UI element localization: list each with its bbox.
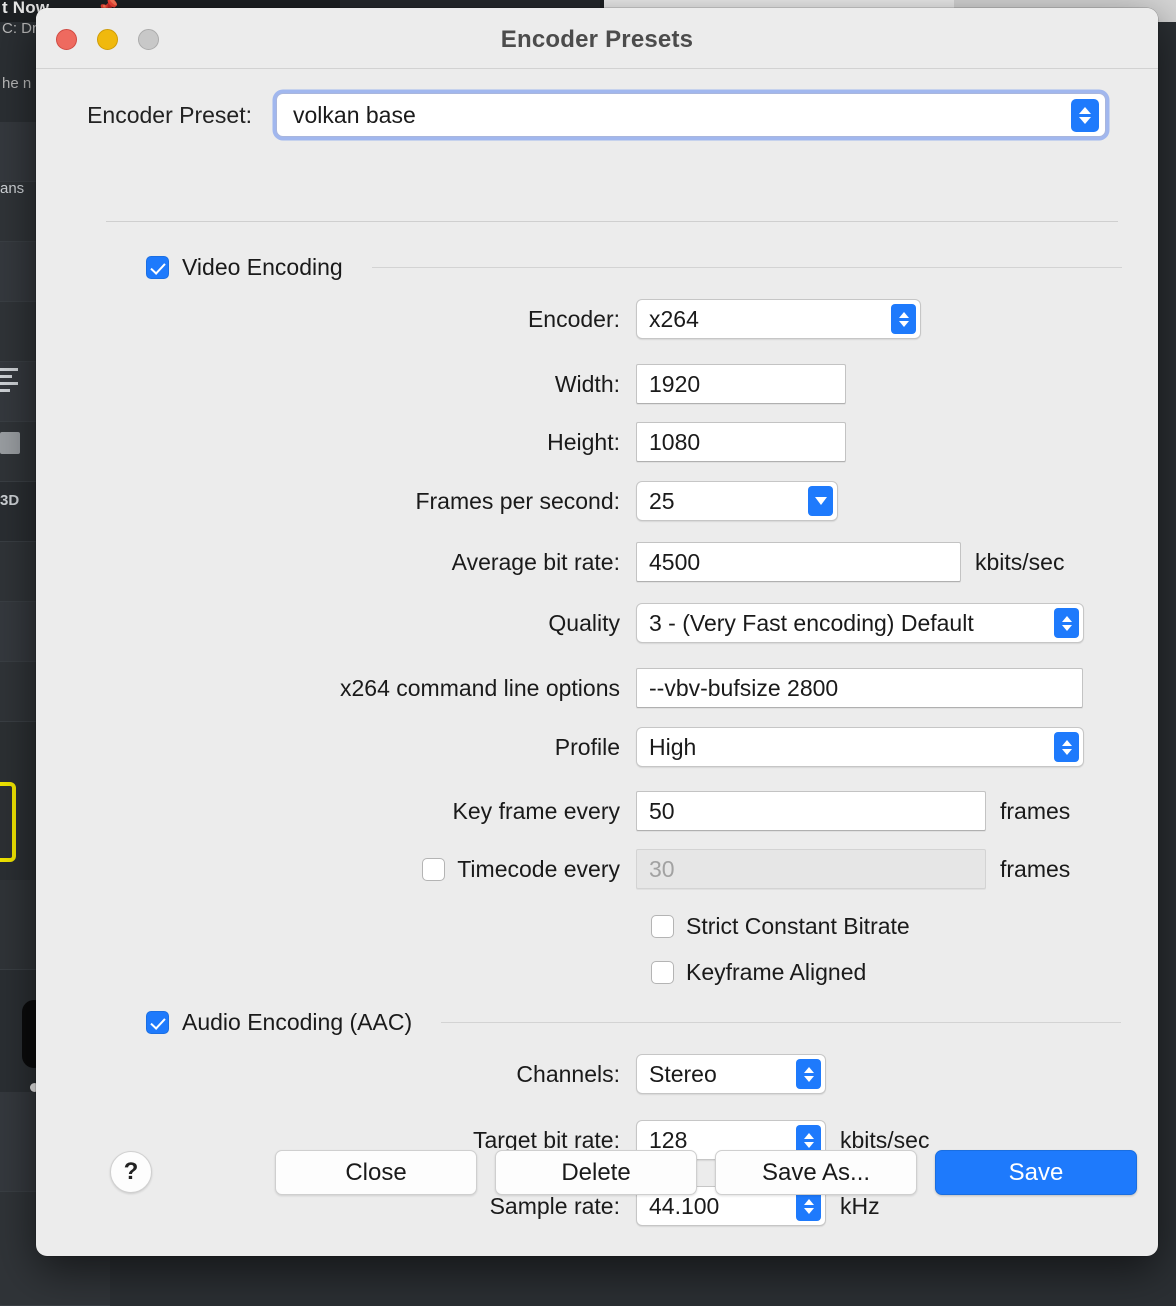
save-as-button[interactable]: Save As... xyxy=(715,1150,917,1195)
encoder-select[interactable]: x264 xyxy=(636,299,921,339)
timecode-every-label-group: Timecode every xyxy=(36,856,636,883)
encoder-preset-row: Encoder Preset: volkan base xyxy=(36,93,1158,137)
key-frame-every-row: Key frame every 50 frames xyxy=(36,791,1158,831)
delete-button[interactable]: Delete xyxy=(495,1150,697,1195)
chevron-down-icon[interactable] xyxy=(808,486,833,516)
window-titlebar[interactable]: Encoder Presets xyxy=(36,8,1158,69)
chevron-updown-icon[interactable] xyxy=(1071,99,1099,132)
quality-select[interactable]: 3 - (Very Fast encoding) Default xyxy=(636,603,1084,643)
timecode-every-input[interactable]: 30 xyxy=(636,849,986,889)
chevron-updown-icon[interactable] xyxy=(891,304,916,334)
timecode-every-unit: frames xyxy=(1000,855,1071,882)
average-bit-rate-label: Average bit rate: xyxy=(451,548,620,575)
channels-select[interactable]: Stereo xyxy=(636,1054,826,1094)
channels-label: Channels: xyxy=(516,1060,620,1087)
save-button[interactable]: Save xyxy=(935,1150,1137,1195)
list-icon xyxy=(0,368,18,396)
profile-value: High xyxy=(649,733,697,760)
window-title: Encoder Presets xyxy=(500,26,694,53)
frames-per-second-row: Frames per second: 25 xyxy=(36,481,1158,521)
timecode-every-checkbox[interactable] xyxy=(422,857,446,881)
channels-row: Channels: Stereo xyxy=(36,1054,1158,1094)
chevron-updown-icon[interactable] xyxy=(1054,608,1079,638)
video-encoding-checkbox[interactable] xyxy=(146,256,169,279)
average-bit-rate-value: 4500 xyxy=(649,548,701,575)
strict-constant-bitrate-row[interactable]: Strict Constant Bitrate xyxy=(651,913,910,940)
quality-row: Quality 3 - (Very Fast encoding) Default xyxy=(36,603,1158,643)
chevron-updown-icon[interactable] xyxy=(796,1059,821,1089)
encoder-label: Encoder: xyxy=(527,305,620,332)
key-frame-every-input[interactable]: 50 xyxy=(636,791,986,831)
audio-encoding-label: Audio Encoding (AAC) xyxy=(182,1009,413,1035)
frames-per-second-value: 25 xyxy=(649,487,675,514)
encoder-row: Encoder: x264 xyxy=(36,299,1158,339)
divider xyxy=(106,221,1118,222)
strict-constant-bitrate-label: Strict Constant Bitrate xyxy=(686,913,910,939)
section-rule xyxy=(441,1022,1122,1023)
strict-constant-bitrate-checkbox[interactable] xyxy=(651,915,674,938)
width-row: Width: 1920 xyxy=(36,364,1158,404)
keyframe-aligned-row[interactable]: Keyframe Aligned xyxy=(651,959,866,986)
frames-per-second-combo[interactable]: 25 xyxy=(636,481,838,521)
profile-label: Profile xyxy=(554,733,620,760)
video-encoding-section-header: Video Encoding xyxy=(146,254,1122,281)
key-frame-every-unit: frames xyxy=(1000,797,1071,824)
height-value: 1080 xyxy=(649,428,701,455)
highlighted-selection xyxy=(0,782,16,862)
encoder-preset-label: Encoder Preset: xyxy=(87,101,252,128)
background-thumbnail xyxy=(0,432,20,454)
x264-command-line-row: x264 command line options --vbv-bufsize … xyxy=(36,668,1158,708)
close-button[interactable]: Close xyxy=(275,1150,477,1195)
channels-value: Stereo xyxy=(649,1060,717,1087)
encoder-value: x264 xyxy=(649,305,699,332)
audio-encoding-checkbox[interactable] xyxy=(146,1011,169,1034)
help-button[interactable]: ? xyxy=(110,1151,152,1193)
encoder-preset-value: volkan base xyxy=(293,101,416,128)
key-frame-every-value: 50 xyxy=(649,797,675,824)
timecode-every-label: Timecode every xyxy=(457,855,620,882)
profile-row: Profile High xyxy=(36,727,1158,767)
timecode-every-value: 30 xyxy=(649,855,675,882)
background-row-label: 3D xyxy=(0,492,20,509)
average-bit-rate-input[interactable]: 4500 xyxy=(636,542,961,582)
background-subline: C: Dr xyxy=(2,20,37,37)
height-input[interactable]: 1080 xyxy=(636,422,846,462)
height-row: Height: 1080 xyxy=(36,422,1158,462)
width-value: 1920 xyxy=(649,370,701,397)
key-frame-every-label: Key frame every xyxy=(452,797,620,824)
dialog-content: Encoder Preset: volkan base Video Encodi… xyxy=(36,69,1158,1255)
width-label: Width: xyxy=(554,370,620,397)
encoder-presets-dialog: Encoder Presets Encoder Preset: volkan b… xyxy=(36,8,1158,1256)
chevron-updown-icon[interactable] xyxy=(1054,732,1079,762)
profile-select[interactable]: High xyxy=(636,727,1084,767)
video-encoding-label: Video Encoding xyxy=(182,254,343,280)
x264-command-line-value: --vbv-bufsize 2800 xyxy=(649,674,839,701)
average-bit-rate-row: Average bit rate: 4500 kbits/sec xyxy=(36,542,1158,582)
audio-encoding-section-header: Audio Encoding (AAC) xyxy=(146,1009,1122,1036)
width-input[interactable]: 1920 xyxy=(636,364,846,404)
average-bit-rate-unit: kbits/sec xyxy=(975,548,1065,575)
quality-value: 3 - (Very Fast encoding) Default xyxy=(649,609,974,636)
x264-command-line-input[interactable]: --vbv-bufsize 2800 xyxy=(636,668,1083,708)
encoder-preset-select[interactable]: volkan base xyxy=(276,93,1106,137)
background-note: he n xyxy=(2,75,32,92)
dialog-footer: ? Close Delete Save As... Save xyxy=(36,1135,1158,1255)
keyframe-aligned-label: Keyframe Aligned xyxy=(686,959,867,985)
section-rule xyxy=(371,267,1122,268)
height-label: Height: xyxy=(547,428,620,455)
keyframe-aligned-checkbox[interactable] xyxy=(651,961,674,984)
x264-command-line-label: x264 command line options xyxy=(340,674,620,701)
frames-per-second-label: Frames per second: xyxy=(415,487,620,514)
quality-label: Quality xyxy=(548,609,620,636)
background-row-label: ans xyxy=(0,180,25,197)
timecode-every-row: Timecode every 30 frames xyxy=(36,849,1158,889)
